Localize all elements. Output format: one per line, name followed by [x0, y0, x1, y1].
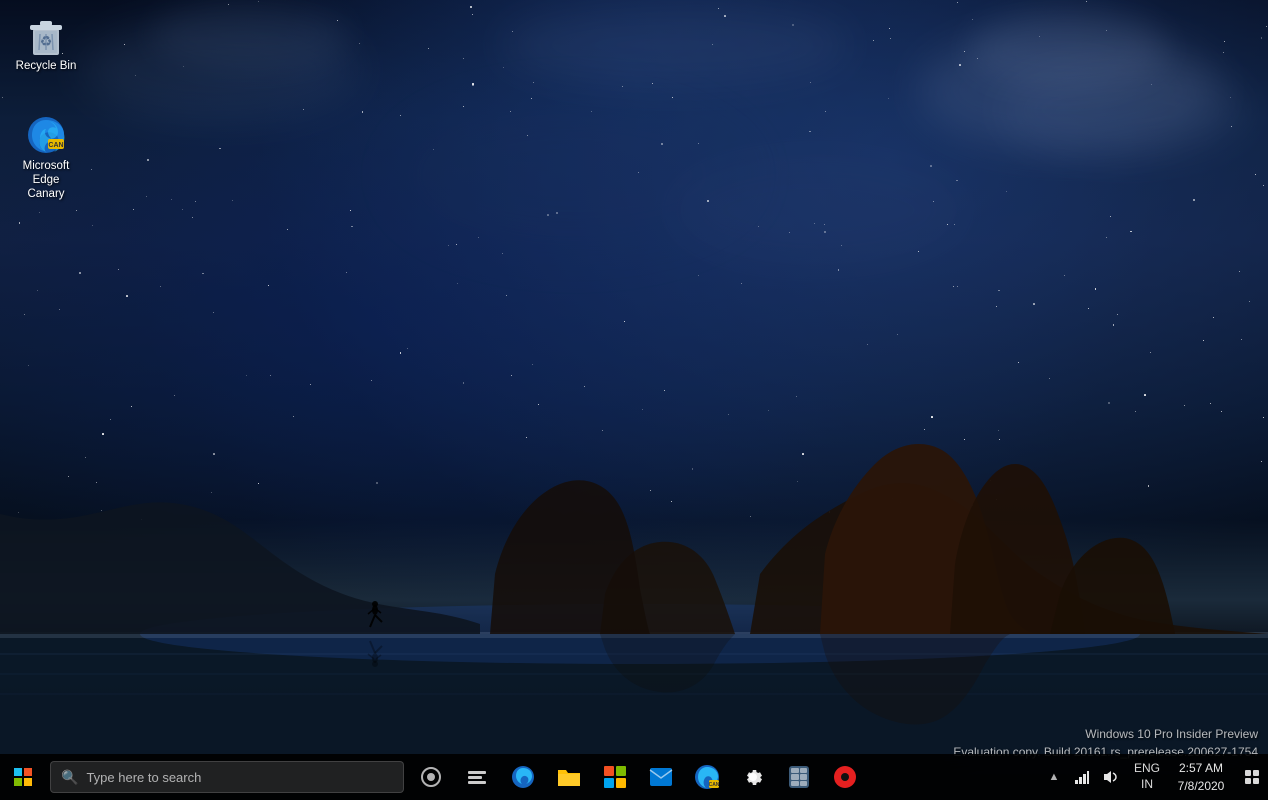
pinned-app-calculator[interactable] — [776, 754, 822, 800]
search-icon: 🔍 — [61, 769, 78, 786]
taskbar: 🔍 Type here to search — [0, 754, 1268, 800]
cortana-icon — [421, 767, 441, 787]
pinned-app-edge[interactable] — [500, 754, 546, 800]
language-region: IN — [1141, 777, 1153, 793]
volume-icon — [1102, 769, 1118, 785]
notification-center-button[interactable] — [1236, 754, 1268, 800]
svg-text:CAN: CAN — [48, 142, 63, 149]
volume-tray-icon[interactable] — [1096, 754, 1124, 800]
cortana-button[interactable] — [408, 754, 454, 800]
tray-show-hidden-button[interactable]: ▲ — [1044, 754, 1064, 800]
edge-canary-label: Microsoft Edge Canary — [14, 160, 78, 201]
language-tray-button[interactable]: ENG IN — [1128, 754, 1166, 800]
mail-taskbar-icon — [649, 767, 673, 787]
landscape-svg — [0, 434, 1268, 754]
edge-canary-taskbar-icon: CAN — [694, 764, 720, 790]
recycle-bin-icon: ♻ — [25, 14, 67, 56]
file-explorer-taskbar-icon — [557, 766, 581, 788]
pinned-app-media[interactable] — [822, 754, 868, 800]
search-bar[interactable]: 🔍 Type here to search — [50, 761, 404, 793]
svg-text:CAN: CAN — [709, 782, 720, 788]
calculator-taskbar-icon — [789, 766, 809, 788]
task-view-button[interactable] — [454, 754, 500, 800]
tray-icons-area — [1064, 754, 1128, 800]
desktop-icon-recycle-bin[interactable]: ♻ Recycle Bin — [10, 10, 82, 78]
pinned-app-mail[interactable] — [638, 754, 684, 800]
pinned-app-settings[interactable] — [730, 754, 776, 800]
recycle-bin-label: Recycle Bin — [16, 60, 77, 74]
settings-taskbar-icon — [741, 765, 765, 789]
edge-taskbar-icon — [511, 765, 535, 789]
timeline-icon — [468, 771, 486, 784]
pinned-apps: CAN — [500, 754, 1044, 800]
pinned-app-edge-canary[interactable]: CAN — [684, 754, 730, 800]
clock-time: 2:57 AM — [1179, 759, 1223, 777]
clock-tray-button[interactable]: 2:57 AM 7/8/2020 — [1166, 754, 1236, 800]
network-icon — [1074, 769, 1090, 785]
edge-canary-icon: CAN — [25, 114, 67, 156]
notification-icon — [1244, 769, 1260, 785]
desktop-icon-edge-canary[interactable]: CAN Microsoft Edge Canary — [10, 110, 82, 205]
watermark-line1: Windows 10 Pro Insider Preview — [953, 725, 1258, 743]
start-button[interactable] — [0, 754, 46, 800]
store-taskbar-icon — [603, 765, 627, 789]
clock-date: 7/8/2020 — [1178, 777, 1225, 795]
desktop: ♻ Recycle Bin CAN Microsoft Edge Canary — [0, 0, 1268, 800]
chevron-up-icon: ▲ — [1049, 771, 1060, 783]
network-tray-icon[interactable] — [1068, 754, 1096, 800]
pinned-app-file-explorer[interactable] — [546, 754, 592, 800]
system-tray: ▲ — [1044, 754, 1268, 800]
media-taskbar-icon — [834, 766, 856, 788]
search-placeholder-text: Type here to search — [86, 770, 201, 785]
language-code: ENG — [1134, 761, 1160, 777]
windows-logo — [14, 768, 32, 786]
pinned-app-store[interactable] — [592, 754, 638, 800]
